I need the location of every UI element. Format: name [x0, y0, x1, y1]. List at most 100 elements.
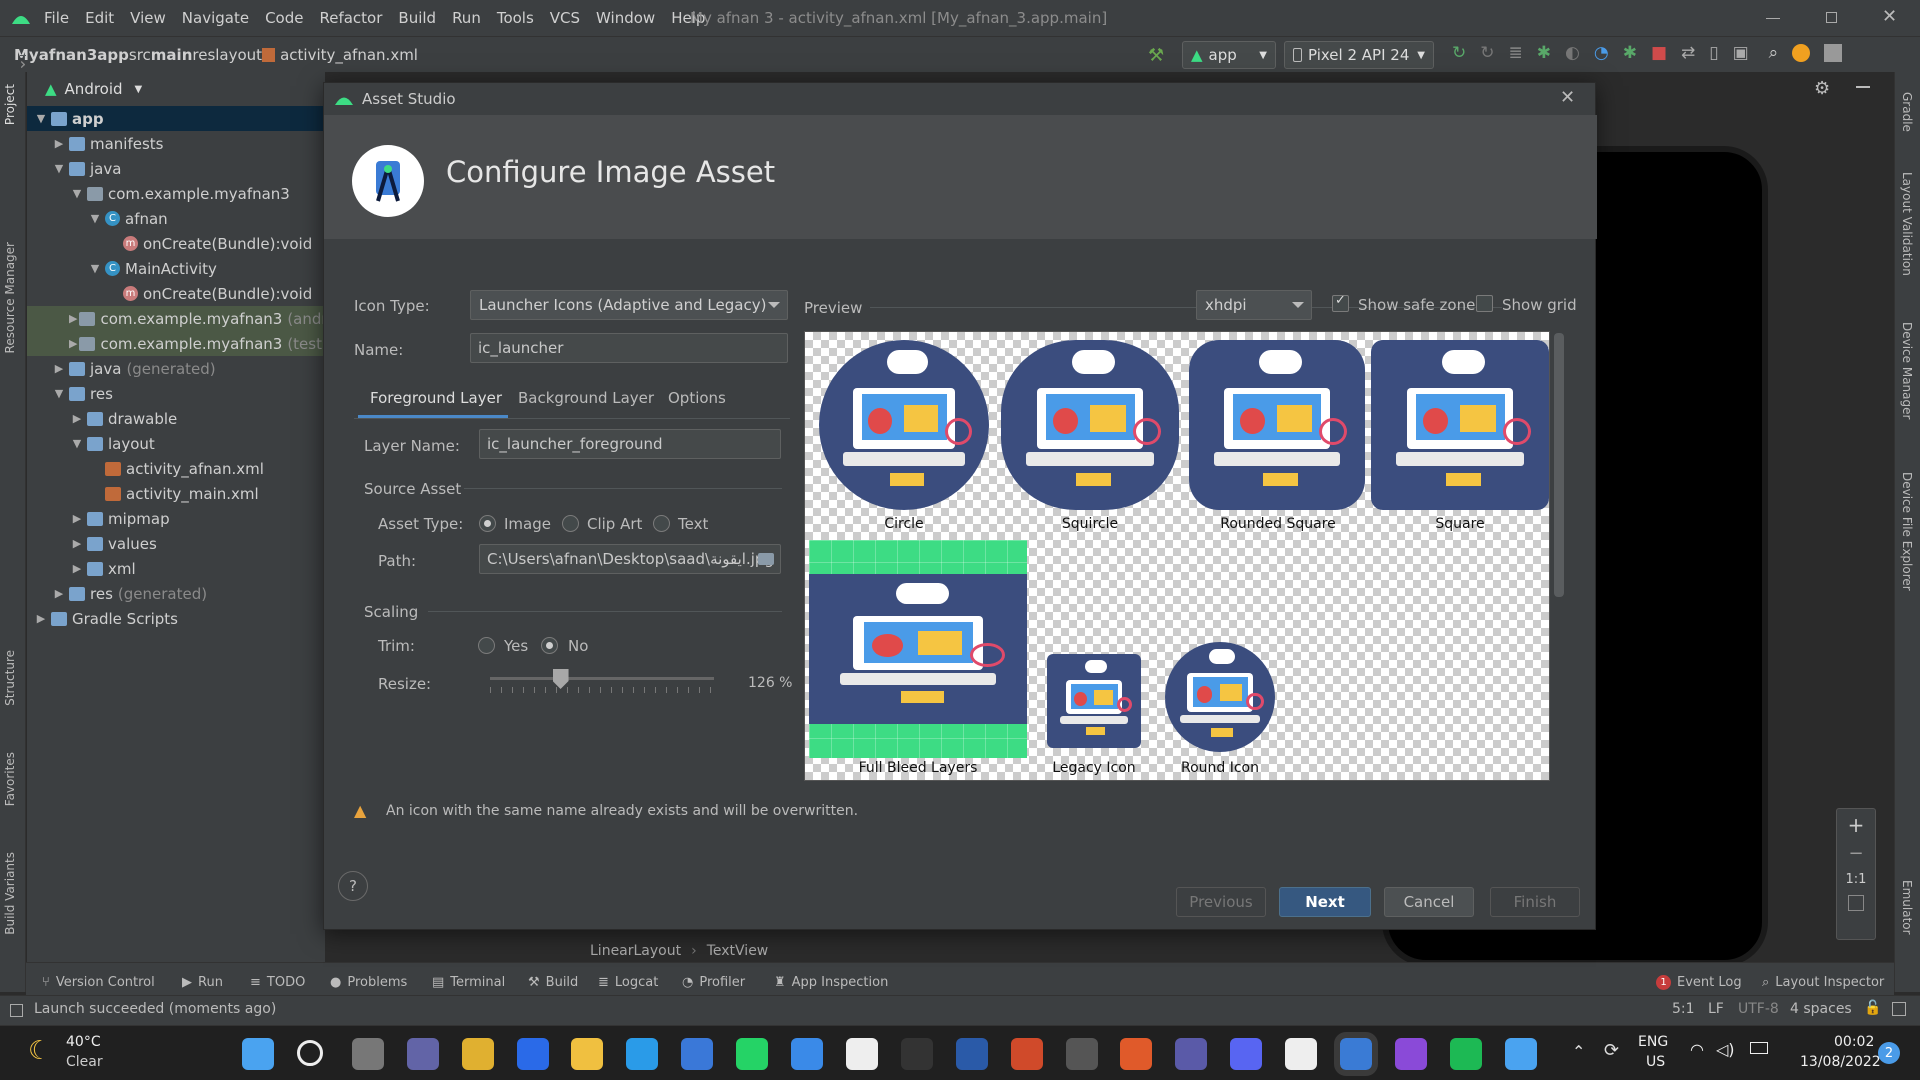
cursor-position[interactable]: 5:1 — [1672, 1001, 1695, 1017]
notification-badge[interactable]: 2 — [1878, 1042, 1900, 1064]
chevron-down-icon[interactable]: ▼ — [87, 212, 103, 225]
chrome-icon[interactable] — [461, 1038, 494, 1070]
finish-button[interactable]: Finish — [1490, 887, 1580, 917]
sync-icon[interactable]: ⟳ — [1604, 1040, 1619, 1061]
zoom-fit-icon[interactable] — [1848, 895, 1864, 911]
coverage-icon[interactable]: ≣ — [1509, 43, 1523, 63]
tree-item[interactable]: m onCreate(Bundle):void — [27, 231, 325, 256]
project-view-select[interactable]: Android — [65, 80, 123, 98]
tab-background-layer[interactable]: Background Layer — [518, 389, 654, 407]
tree-item[interactable]: ▶ xml — [27, 556, 325, 581]
chevron-down-icon[interactable]: ▼ — [87, 262, 103, 275]
resize-slider-track[interactable] — [490, 677, 714, 680]
amazon-icon[interactable] — [845, 1038, 878, 1070]
github-desktop-icon[interactable] — [1394, 1038, 1427, 1070]
asset-type-text-radio[interactable] — [653, 515, 670, 532]
tab-project[interactable]: Project — [3, 84, 17, 125]
memory-indicator-icon[interactable] — [1892, 1002, 1906, 1016]
cancel-button[interactable]: Cancel — [1384, 887, 1474, 917]
temperature[interactable]: 40°C — [66, 1034, 101, 1050]
profiler-icon[interactable]: ◔ — [1594, 43, 1609, 63]
search-icon[interactable]: ⌕ — [1769, 43, 1779, 63]
name-input[interactable]: ic_launcher — [470, 333, 788, 363]
user-avatar[interactable] — [1824, 44, 1843, 62]
tree-item[interactable]: activity_main.xml — [27, 481, 325, 506]
dropbox-icon[interactable] — [516, 1038, 549, 1070]
debug-icon[interactable]: ✱ — [1537, 43, 1551, 63]
tab-event-log[interactable]: 1 Event Log — [1656, 975, 1742, 990]
tab-foreground-layer[interactable]: Foreground Layer — [370, 389, 502, 407]
menu-run[interactable]: Run — [452, 9, 481, 27]
menu-refactor[interactable]: Refactor — [319, 9, 382, 27]
asset-type-text-label[interactable]: Text — [678, 515, 708, 533]
resize-slider-thumb[interactable] — [552, 669, 569, 689]
minimize-icon[interactable] — [1766, 18, 1780, 19]
hammer-icon[interactable]: ⚒ — [1148, 45, 1164, 66]
tree-item[interactable]: ▶ mipmap — [27, 506, 325, 531]
teams-icon[interactable] — [1175, 1038, 1208, 1070]
menu-file[interactable]: File — [44, 9, 69, 27]
tree-item[interactable]: ▼ res — [27, 381, 325, 406]
menu-window[interactable]: Window — [596, 9, 655, 27]
spotify-icon[interactable] — [1449, 1038, 1482, 1070]
tab-app-inspection[interactable]: ♜ App Inspection — [774, 975, 888, 990]
input-language[interactable]: ENG — [1638, 1034, 1668, 1050]
word-icon[interactable] — [955, 1038, 988, 1070]
tab-logcat[interactable]: ≣ Logcat — [598, 975, 658, 990]
layer-name-input[interactable]: ic_launcher_foreground — [479, 429, 781, 459]
chevron-right-icon[interactable]: ▶ — [69, 562, 85, 575]
breadcrumb-app[interactable]: app — [97, 46, 129, 64]
tab-build[interactable]: ⚒ Build — [528, 975, 578, 990]
apply-changes-icon[interactable]: ↻ — [1452, 43, 1466, 63]
mail-icon[interactable] — [791, 1038, 823, 1070]
indent-setting[interactable]: 4 spaces — [1790, 1001, 1852, 1017]
discord-icon[interactable] — [1230, 1038, 1263, 1070]
tree-item[interactable]: m onCreate(Bundle):void — [27, 281, 325, 306]
help-button[interactable]: ? — [338, 871, 368, 901]
chevron-up-icon[interactable]: ⌃ — [1572, 1042, 1585, 1061]
device-manager-icon[interactable]: ▯ — [1709, 43, 1718, 63]
profile-icon[interactable]: ◐ — [1565, 43, 1580, 63]
tree-item[interactable]: ▶ values — [27, 531, 325, 556]
sdk-manager-icon[interactable]: ▣ — [1733, 43, 1749, 63]
breadcrumb-file[interactable]: activity_afnan.xml — [280, 46, 418, 64]
tree-item[interactable]: ▼ app — [27, 106, 325, 131]
chevron-right-icon[interactable]: ▶ — [51, 137, 67, 150]
restore-icon[interactable] — [1826, 12, 1837, 23]
path-input[interactable]: C:\Users\afnan\Desktop\saad\ايقونة.jpg — [479, 544, 781, 574]
brave-icon[interactable] — [1120, 1038, 1153, 1070]
zoom-reset-button[interactable]: 1:1 — [1837, 872, 1875, 887]
chevron-right-icon[interactable]: ▶ — [69, 537, 85, 550]
tab-layout-inspector[interactable]: ⌕ Layout Inspector — [1762, 975, 1884, 990]
previous-button[interactable]: Previous — [1176, 887, 1266, 917]
calculator-icon[interactable] — [1065, 1038, 1098, 1070]
breadcrumb-project[interactable]: Myafnan3 — [14, 46, 97, 64]
tab-structure[interactable]: Structure — [3, 650, 17, 706]
chevron-down-icon[interactable]: ▼ — [51, 162, 67, 175]
tab-gradle[interactable]: Gradle — [1900, 92, 1914, 132]
file-encoding[interactable]: UTF-8 — [1738, 1001, 1779, 1017]
tree-item[interactable]: ▼ Cafnan — [27, 206, 325, 231]
chevron-right-icon[interactable]: ▶ — [69, 337, 77, 350]
task-view-icon[interactable] — [351, 1038, 384, 1070]
file-explorer-icon[interactable] — [571, 1038, 604, 1070]
device-select[interactable]: Pixel 2 API 24 ▼ — [1284, 41, 1434, 69]
chevron-down-icon[interactable]: ▼ — [69, 187, 85, 200]
chevron-down-icon[interactable]: ▼ — [51, 387, 67, 400]
chevron-right-icon[interactable]: ▶ — [69, 512, 85, 525]
tree-item[interactable]: ▶ Gradle Scripts — [27, 606, 325, 631]
tree-item[interactable]: ▶ manifests — [27, 131, 325, 156]
tree-item[interactable]: ▼ layout — [27, 431, 325, 456]
tree-item[interactable]: ▶ com.example.myafnan3 (test) — [27, 331, 325, 356]
weather-status[interactable]: Clear — [66, 1054, 103, 1070]
trim-no-label[interactable]: No — [568, 637, 588, 655]
chevron-right-icon[interactable]: ▶ — [33, 612, 49, 625]
wifi-icon[interactable]: ◠ — [1690, 1040, 1704, 1059]
tree-item[interactable]: ▼ C MainActivity — [27, 256, 325, 281]
attach-debugger-icon[interactable]: ✱ — [1623, 43, 1637, 63]
close-window-icon[interactable]: ✕ — [1882, 6, 1897, 27]
tab-device-manager[interactable]: Device Manager — [1900, 322, 1914, 419]
show-safe-zone-label[interactable]: Show safe zone — [1358, 296, 1475, 314]
show-grid-label[interactable]: Show grid — [1502, 296, 1577, 314]
tab-todo[interactable]: ≡ TODO — [250, 975, 305, 990]
